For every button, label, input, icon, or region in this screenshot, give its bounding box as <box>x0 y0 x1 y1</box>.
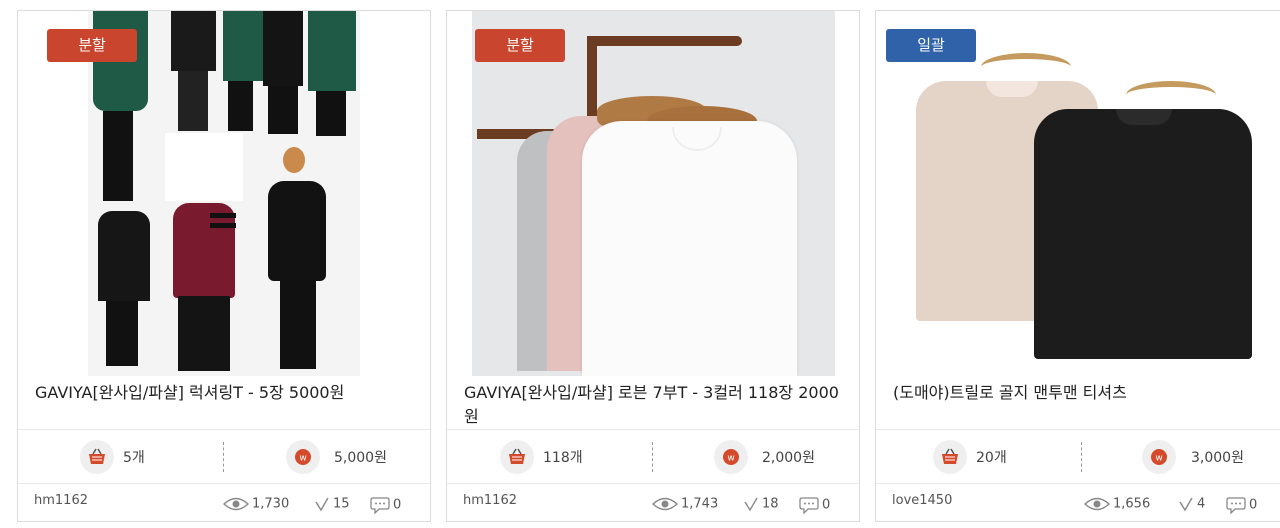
views-stat: 1,743 <box>651 496 719 512</box>
quantity-text: 118개 <box>543 450 583 466</box>
won-coin-icon: w <box>286 440 320 474</box>
basket-icon <box>933 440 967 474</box>
speech-bubble-icon <box>799 497 819 515</box>
sale-type-badge: 분할 <box>47 29 137 62</box>
comments-count: 0 <box>1249 497 1258 513</box>
product-title[interactable]: (도매야)트릴로 골지 맨투맨 티셔츠 <box>893 381 1266 405</box>
product-info-row: 20개 w 3,000원 <box>876 429 1280 484</box>
seller-id[interactable]: hm1162 <box>463 493 517 508</box>
comments-count: 0 <box>822 497 831 513</box>
won-coin-icon: w <box>1142 440 1176 474</box>
svg-text:w: w <box>299 454 306 464</box>
card-footer: hm1162 1,743 18 0 <box>447 489 859 521</box>
divider <box>223 442 224 472</box>
comments-stat: 0 <box>799 496 831 515</box>
product-image[interactable] <box>18 11 430 376</box>
check-icon <box>315 497 329 512</box>
likes-count: 15 <box>333 496 350 512</box>
product-info-row: 118개 w 2,000원 <box>447 429 859 484</box>
price-text: 5,000원 <box>334 450 387 466</box>
eye-icon <box>651 497 679 511</box>
price-text: 2,000원 <box>762 450 815 466</box>
seller-id[interactable]: hm1162 <box>34 493 88 508</box>
views-count: 1,656 <box>1113 496 1151 512</box>
check-icon <box>1179 497 1193 512</box>
divider <box>652 442 653 472</box>
speech-bubble-icon <box>1226 497 1246 515</box>
product-title[interactable]: GAVIYA[완사입/파샬] 로븐 7부T - 3컬러 118장 2000원 <box>464 381 845 429</box>
sale-type-badge: 일괄 <box>886 29 976 62</box>
product-card[interactable]: 일괄 (도매야)트릴로 골지 맨투맨 티셔츠 20개 w 3,000원 love… <box>875 10 1280 522</box>
basket-icon <box>80 440 114 474</box>
views-stat: 1,656 <box>1083 496 1151 512</box>
comments-stat: 0 <box>1226 496 1258 515</box>
card-footer: love1450 1,656 4 0 <box>876 489 1280 521</box>
likes-stat: 18 <box>743 496 779 512</box>
won-coin-icon: w <box>714 440 748 474</box>
likes-stat: 4 <box>1178 496 1205 512</box>
sale-type-badge: 분할 <box>475 29 565 62</box>
speech-bubble-icon <box>370 497 390 515</box>
likes-count: 18 <box>762 496 779 512</box>
product-title[interactable]: GAVIYA[완사입/파샬] 럭셔링T - 5장 5000원 <box>35 381 416 405</box>
price-text: 3,000원 <box>1191 450 1244 466</box>
views-count: 1,743 <box>681 496 719 512</box>
product-info-row: 5개 w 5,000원 <box>18 429 430 484</box>
comments-count: 0 <box>393 497 402 513</box>
eye-icon <box>1083 497 1111 511</box>
product-image[interactable] <box>876 11 1280 376</box>
divider <box>1081 442 1082 472</box>
product-card[interactable]: 분할 GAVIYA[완사입/파샬] 로븐 7부T - 3컬러 118장 2000… <box>446 10 860 522</box>
likes-count: 4 <box>1197 496 1206 512</box>
views-stat: 1,730 <box>222 496 290 512</box>
quantity-text: 5개 <box>123 450 145 466</box>
svg-text:w: w <box>1155 454 1162 464</box>
quantity-text: 20개 <box>976 450 1007 466</box>
likes-stat: 15 <box>314 496 350 512</box>
product-card[interactable]: 분할 GAVIYA[완사입/파샬] 럭셔링T - 5장 5000원 5개 w 5… <box>17 10 431 522</box>
basket-icon <box>500 440 534 474</box>
card-footer: hm1162 1,730 15 0 <box>18 489 430 521</box>
check-icon <box>744 497 758 512</box>
eye-icon <box>222 497 250 511</box>
seller-id[interactable]: love1450 <box>892 493 952 508</box>
comments-stat: 0 <box>370 496 402 515</box>
product-image[interactable] <box>447 11 859 376</box>
svg-text:w: w <box>727 454 734 464</box>
views-count: 1,730 <box>252 496 290 512</box>
